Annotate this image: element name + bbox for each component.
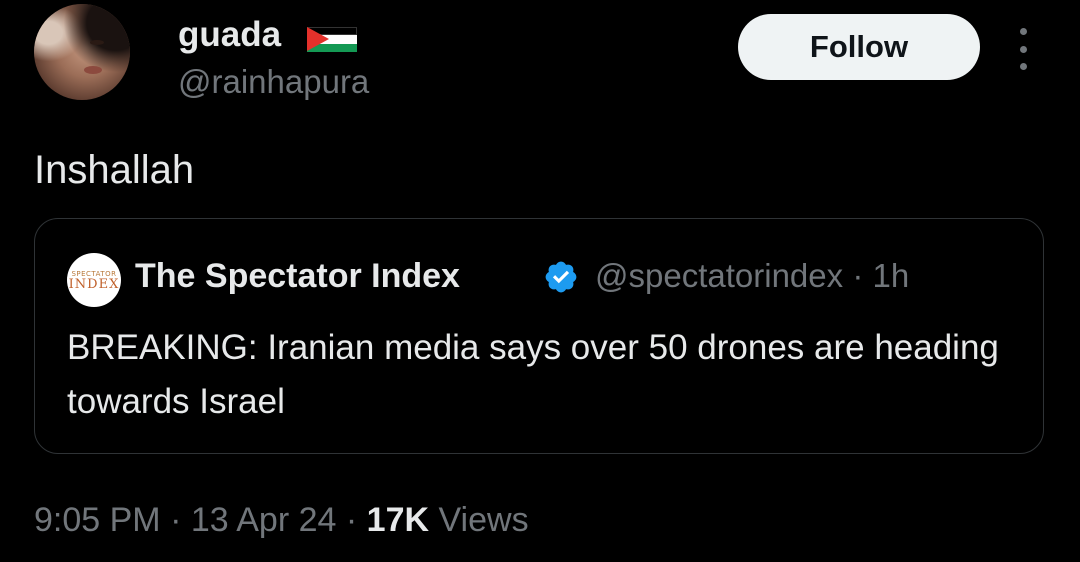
footer-separator: ·: [170, 501, 182, 539]
quoted-author-name: The Spectator Index: [135, 257, 460, 295]
quoted-author-avatar[interactable]: SPECTATOR INDEX: [67, 253, 121, 307]
tweet-date[interactable]: 13 Apr 24: [191, 501, 337, 539]
quoted-tweet-card[interactable]: SPECTATOR INDEX The Spectator Index @spe…: [34, 218, 1044, 454]
more-options-icon[interactable]: [1008, 28, 1038, 70]
avatar-logo-text-big: INDEX: [68, 276, 120, 292]
quoted-tweet-meta: @spectatorindex · 1h: [595, 255, 909, 297]
meta-separator: ·: [852, 257, 864, 294]
footer-separator: ·: [345, 501, 358, 539]
tweet-text: Inshallah: [34, 148, 195, 192]
quoted-tweet-time[interactable]: 1h: [872, 257, 909, 294]
quoted-author-handle: @spectatorindex: [595, 257, 844, 294]
quoted-tweet-text: BREAKING: Iranian media says over 50 dro…: [67, 328, 999, 421]
tweet-time[interactable]: 9:05 PM: [34, 501, 161, 539]
views-label: Views: [438, 501, 529, 539]
follow-button[interactable]: Follow: [738, 14, 980, 80]
palestine-flag-icon: [307, 27, 357, 52]
author-display-name[interactable]: guada: [178, 14, 281, 56]
author-handle[interactable]: @rainhapura: [178, 62, 369, 102]
tweet: guada @rainhapura Follow Inshallah SPECT…: [0, 0, 1080, 562]
author-avatar[interactable]: [34, 4, 130, 100]
views-count: 17K: [366, 501, 430, 539]
tweet-footer: 9:05 PM · 13 Apr 24 · 17K Views: [34, 498, 529, 542]
verified-badge-icon: [545, 261, 577, 293]
